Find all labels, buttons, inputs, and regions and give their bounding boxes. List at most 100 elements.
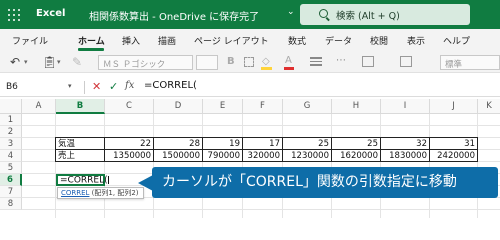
tab-insert[interactable]: 挿入 <box>122 34 140 47</box>
undo-dropdown-icon[interactable]: ▾ <box>24 58 28 66</box>
tab-file[interactable]: ファイル <box>12 34 48 47</box>
gridline <box>202 114 203 218</box>
column-header-b[interactable]: B <box>56 99 105 114</box>
fill-color-icon[interactable]: ◇ <box>262 56 270 67</box>
font-color-swatch <box>284 67 294 70</box>
active-cell-text: =CORREL( <box>60 175 108 186</box>
column-header-g[interactable]: G <box>283 99 332 114</box>
app-launcher-icon[interactable] <box>8 9 20 21</box>
column-header-a[interactable]: A <box>22 99 56 114</box>
checkmark-icon[interactable]: ✓ <box>109 80 118 93</box>
table-cell[interactable]: 1620000 <box>332 150 380 162</box>
table-cell[interactable]: 790000 <box>203 150 242 162</box>
font-color-icon[interactable]: A <box>285 55 292 66</box>
row-header-3[interactable]: 3 <box>0 138 22 150</box>
column-header-k[interactable]: K <box>478 99 500 114</box>
tab-formulas[interactable]: 数式 <box>288 34 306 47</box>
title-bar: Excel 相関係数算出 - OneDrive に保存完了 ⌄ 検索 (Alt … <box>0 0 500 29</box>
table-cell[interactable]: 25 <box>332 138 380 150</box>
gridline <box>477 114 478 218</box>
table-cell[interactable]: 1350000 <box>105 150 153 162</box>
paste-dropdown-icon[interactable]: ▾ <box>57 58 61 66</box>
column-header-i[interactable]: I <box>381 99 430 114</box>
align-icon[interactable] <box>310 57 322 67</box>
cell-label-sales[interactable]: 売上 <box>56 150 104 162</box>
gridline <box>380 114 381 218</box>
gridline <box>104 114 105 218</box>
column-header-h[interactable]: H <box>332 99 381 114</box>
merge-cells-icon[interactable] <box>400 56 412 67</box>
column-header-f[interactable]: F <box>243 99 283 114</box>
table-cell[interactable]: 32 <box>381 138 429 150</box>
table-cell[interactable]: 1830000 <box>381 150 429 162</box>
insert-function-icon[interactable]: fx <box>125 80 134 91</box>
tab-page-layout[interactable]: ページ レイアウト <box>194 34 269 47</box>
column-header-d[interactable]: D <box>154 99 203 114</box>
tab-review[interactable]: 校閲 <box>370 34 388 47</box>
tab-draw[interactable]: 描画 <box>158 34 176 47</box>
divider <box>84 81 85 94</box>
table-cell[interactable]: 320000 <box>243 150 282 162</box>
callout-annotation: カーソルが「CORREL」関数の引数指定に移動 <box>152 167 498 198</box>
search-placeholder: 検索 (Alt + Q) <box>336 11 400 22</box>
table-cell[interactable]: 17 <box>243 138 282 150</box>
table-cell[interactable]: 22 <box>105 138 153 150</box>
table-cell[interactable]: 1500000 <box>154 150 202 162</box>
clipboard-icon[interactable]: 📋︎ <box>42 55 57 69</box>
ribbon-toolbar: ↶ ▾ 📋︎ ▾ ✎ ＭＳ Ｐゴシック B ◇ A ⋯ 標準 <box>0 52 500 73</box>
font-name-select[interactable]: ＭＳ Ｐゴシック <box>98 55 193 70</box>
row-header-4[interactable]: 4 <box>0 150 22 162</box>
table-cell[interactable]: 28 <box>154 138 202 150</box>
search-box[interactable]: 検索 (Alt + Q) <box>300 4 470 25</box>
row-header-1[interactable]: 1 <box>0 114 22 126</box>
font-name-value: ＭＳ Ｐゴシック <box>103 60 166 70</box>
bold-icon[interactable]: B <box>227 56 235 67</box>
chevron-down-icon[interactable]: ▾ <box>68 82 72 90</box>
formula-input[interactable]: =CORREL( <box>144 80 197 91</box>
chevron-down-icon[interactable]: ⌄ <box>287 7 295 17</box>
tab-help[interactable]: ヘルプ <box>443 34 470 47</box>
column-header-j[interactable]: J <box>430 99 478 114</box>
select-all-corner[interactable] <box>0 99 22 114</box>
tab-data[interactable]: データ <box>325 34 352 47</box>
undo-icon[interactable]: ↶ <box>10 55 20 69</box>
table-cell[interactable]: 2420000 <box>430 150 477 162</box>
borders-icon[interactable] <box>244 57 254 67</box>
app-name[interactable]: Excel <box>36 8 65 19</box>
row-header-7[interactable]: 7 <box>0 186 22 198</box>
document-title[interactable]: 相関係数算出 - OneDrive に保存完了 <box>89 8 259 23</box>
formula-bar: B6 ▾ ✕ ✓ fx =CORREL( <box>0 78 500 97</box>
row-header-2[interactable]: 2 <box>0 126 22 138</box>
active-cell-b6[interactable]: =CORREL( <box>56 174 109 186</box>
font-size-select[interactable] <box>196 55 218 70</box>
ribbon-tabs: ファイル ホーム 挿入 描画 ページ レイアウト 数式 データ 校閲 表示 ヘル… <box>0 29 500 52</box>
row-header-6[interactable]: 6 <box>0 174 22 186</box>
table-cell[interactable]: 25 <box>283 138 331 150</box>
number-format-value: 標準 <box>445 60 463 70</box>
number-format-select[interactable]: 標準 <box>440 55 500 70</box>
table-cell[interactable]: 31 <box>430 138 477 150</box>
row-header-5[interactable]: 5 <box>0 162 22 174</box>
gridline <box>55 114 56 218</box>
column-header-e[interactable]: E <box>203 99 243 114</box>
gridline <box>153 114 154 218</box>
wrap-text-icon[interactable] <box>362 56 374 67</box>
function-args: (配列1, 配列2) <box>89 189 139 197</box>
function-tooltip: CORREL (配列1, 配列2) <box>57 187 144 199</box>
tab-view[interactable]: 表示 <box>407 34 425 47</box>
search-icon <box>319 9 328 18</box>
more-options-icon[interactable]: ⋯ <box>336 55 346 66</box>
gridline <box>282 114 283 218</box>
row-header-8[interactable]: 8 <box>0 198 22 210</box>
cell-label-temperature[interactable]: 気温 <box>56 138 104 150</box>
format-painter-icon[interactable]: ✎ <box>72 55 82 69</box>
text-cursor <box>107 176 109 184</box>
table-cell[interactable]: 19 <box>203 138 242 150</box>
function-help-link[interactable]: CORREL <box>61 189 89 197</box>
table-cell[interactable]: 1230000 <box>283 150 331 162</box>
cancel-icon[interactable]: ✕ <box>92 80 101 93</box>
tab-home[interactable]: ホーム <box>78 34 105 47</box>
fill-color-swatch <box>261 67 272 70</box>
column-header-c[interactable]: C <box>105 99 154 114</box>
gridline <box>242 114 243 218</box>
